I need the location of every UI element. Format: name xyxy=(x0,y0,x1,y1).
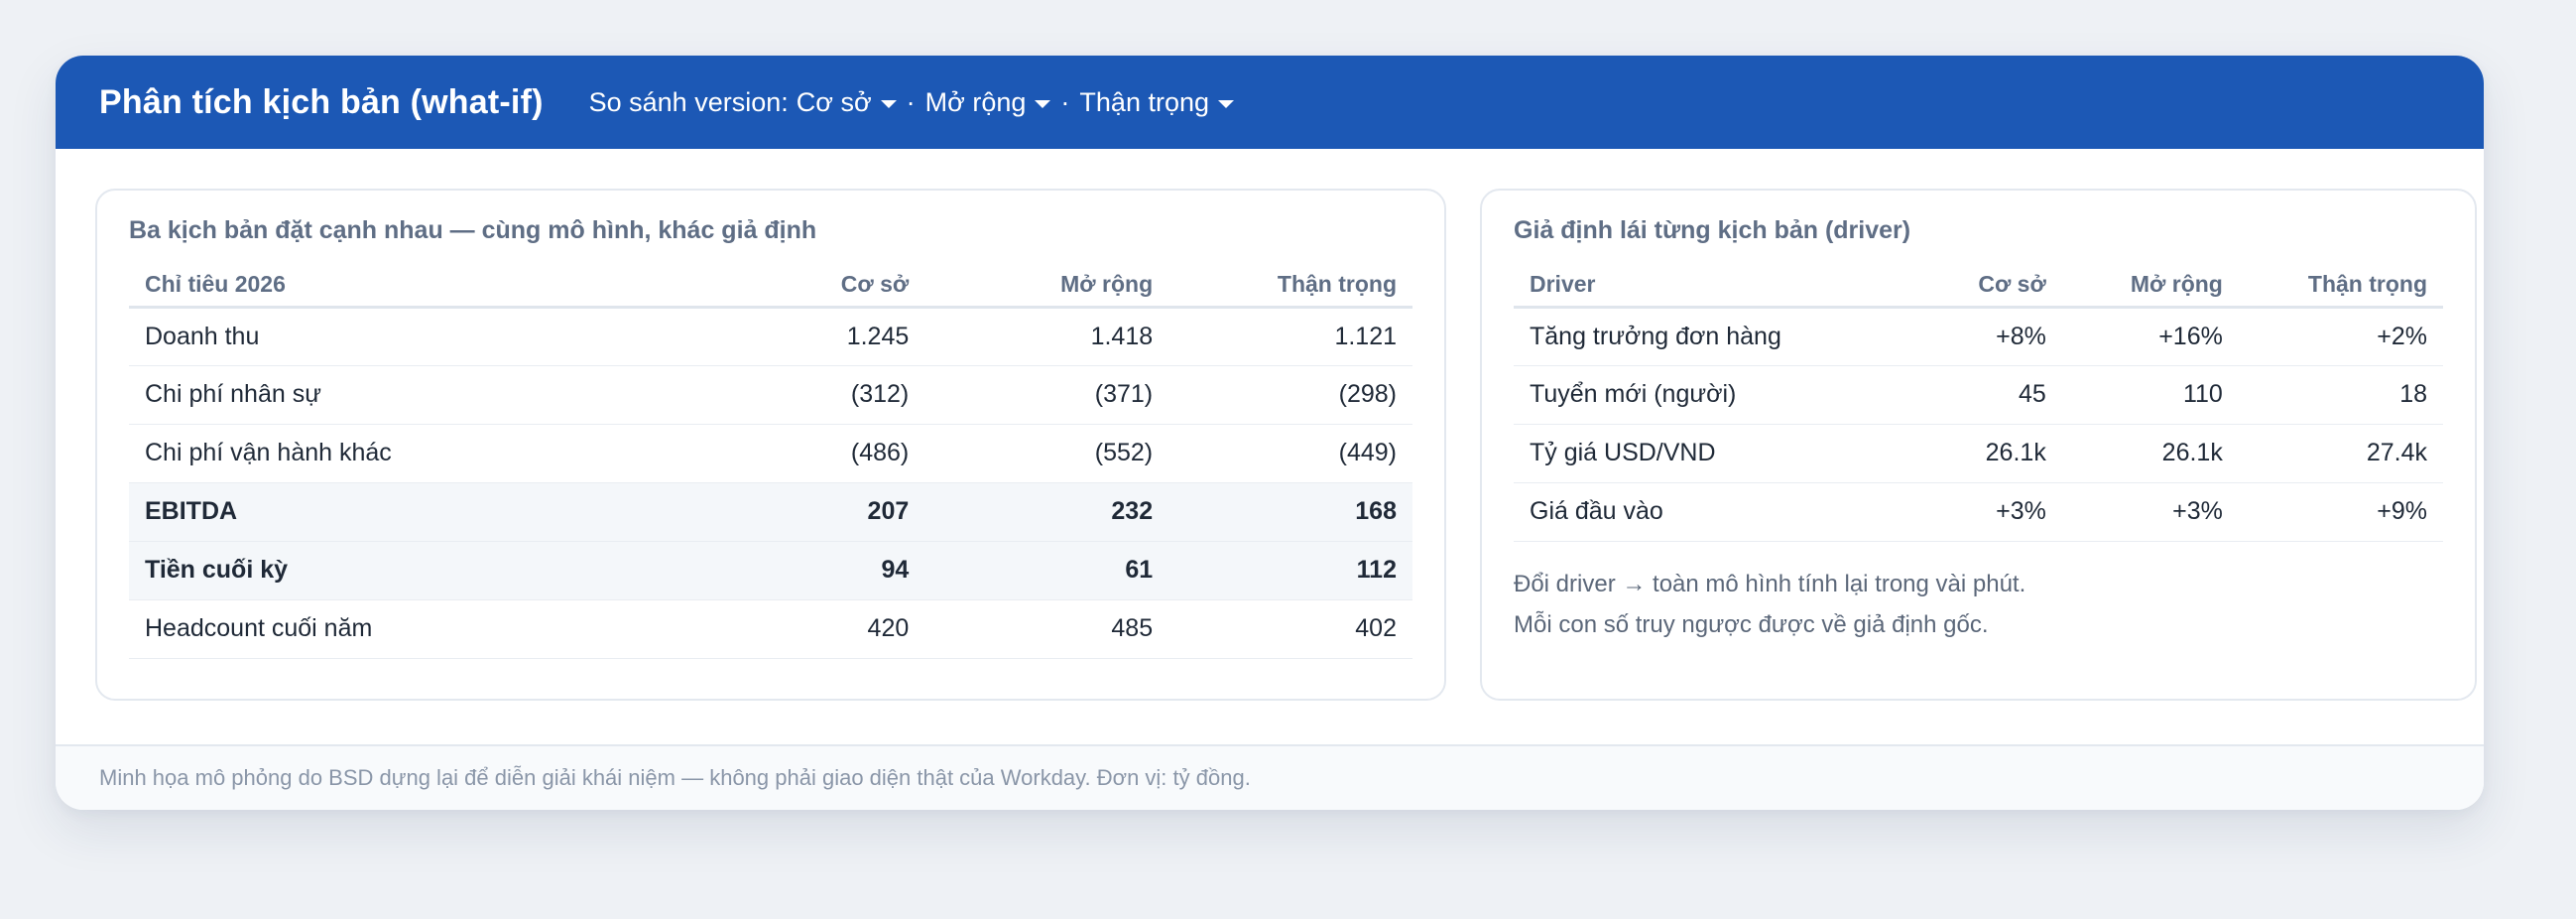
scenario-panel-title: Ba kịch bản đặt cạnh nhau — cùng mô hình… xyxy=(129,216,817,244)
cell-value: 1.245 xyxy=(693,307,925,366)
table-row: Headcount cuối năm 420 485 402 xyxy=(129,599,1412,659)
caret-down-icon xyxy=(880,100,897,108)
version-label: Thận trọng xyxy=(1079,86,1210,117)
cell-value: (486) xyxy=(693,424,925,483)
cell-value: +8% xyxy=(1895,307,2062,366)
cell-value: (312) xyxy=(693,365,925,425)
driver-notes: Đổi driver → toàn mô hình tính lại trong… xyxy=(1514,564,2443,645)
cell-value: 420 xyxy=(693,599,925,659)
cell-value: 402 xyxy=(1168,599,1412,659)
compare-label: So sánh version: xyxy=(588,86,789,117)
driver-panel: Giả định lái từng kịch bản (driver) Driv… xyxy=(1480,189,2477,701)
driver-panel-title: Giả định lái từng kịch bản (driver) xyxy=(1514,216,1911,244)
table-row: Tuyển mới (người) 45 110 18 xyxy=(1514,365,2443,425)
row-label: Chi phí vận hành khác xyxy=(129,424,694,483)
scenario-panel: Ba kịch bản đặt cạnh nhau — cùng mô hình… xyxy=(95,189,1446,701)
column-header: Thận trọng xyxy=(2238,263,2443,309)
caret-down-icon xyxy=(1218,100,1235,108)
cell-value: +3% xyxy=(1895,482,2062,542)
separator: · xyxy=(906,86,916,117)
cell-value: 112 xyxy=(1168,541,1412,600)
scenario-table: Chỉ tiêu 2026 Cơ sở Mở rộng Thận trọng D… xyxy=(129,263,1412,659)
version-dropdown-conservative[interactable]: Thận trọng xyxy=(1079,86,1235,118)
cell-value: 1.418 xyxy=(924,307,1169,366)
driver-table: Driver Cơ sở Mở rộng Thận trọng Tăng trư… xyxy=(1514,263,2443,542)
cell-value: 485 xyxy=(924,599,1169,659)
column-header: Mở rộng xyxy=(2061,263,2239,309)
cell-value: (449) xyxy=(1168,424,1412,483)
cell-value: 27.4k xyxy=(2238,424,2443,483)
note-line: Đổi driver → toàn mô hình tính lại trong… xyxy=(1514,570,2026,597)
row-label: Doanh thu xyxy=(129,307,694,366)
cell-value: 61 xyxy=(924,541,1169,600)
table-row: Giá đầu vào +3% +3% +9% xyxy=(1514,482,2443,542)
row-label: Tuyển mới (người) xyxy=(1514,365,1896,425)
footer-disclaimer: Minh họa mô phỏng do BSD dựng lại để diễ… xyxy=(56,744,2484,810)
version-dropdown-expansion[interactable]: Mở rộng xyxy=(925,87,1051,118)
cell-value: +16% xyxy=(2061,307,2239,366)
scenario-analysis-card: Phân tích kịch bản (what-if) So sánh ver… xyxy=(56,56,2484,810)
row-label: Giá đầu vào xyxy=(1514,482,1896,542)
table-row-highlight: EBITDA 207 232 168 xyxy=(129,482,1412,542)
table-row-highlight: Tiền cuối kỳ 94 61 112 xyxy=(129,541,1412,600)
table-row: Tỷ giá USD/VND 26.1k 26.1k 27.4k xyxy=(1514,424,2443,483)
row-label: Tăng trưởng đơn hàng xyxy=(1514,307,1896,366)
column-header: Driver xyxy=(1514,263,1896,309)
cell-value: 232 xyxy=(924,482,1169,542)
cell-value: 18 xyxy=(2238,365,2443,425)
column-header: Mở rộng xyxy=(924,263,1169,309)
version-label: Mở rộng xyxy=(924,86,1027,117)
cell-value: 45 xyxy=(1895,365,2062,425)
cell-value: 168 xyxy=(1168,482,1412,542)
version-dropdown-base[interactable]: Cơ sở xyxy=(797,87,897,118)
table-row: Chi phí vận hành khác (486) (552) (449) xyxy=(129,424,1412,483)
row-label: Headcount cuối năm xyxy=(129,599,694,659)
column-header: Thận trọng xyxy=(1168,263,1412,309)
cell-value: 110 xyxy=(2061,365,2239,425)
cell-value: 207 xyxy=(693,482,925,542)
row-label: EBITDA xyxy=(129,482,694,542)
page-title: Phân tích kịch bản (what-if) xyxy=(99,82,544,121)
table-row: Doanh thu 1.245 1.418 1.121 xyxy=(129,307,1412,366)
column-header: Cơ sở xyxy=(1895,263,2062,309)
column-header: Chỉ tiêu 2026 xyxy=(129,263,694,309)
caret-down-icon xyxy=(1035,100,1051,108)
cell-value: +2% xyxy=(2238,307,2443,366)
cell-value: (298) xyxy=(1168,365,1412,425)
row-label: Tiền cuối kỳ xyxy=(129,541,694,600)
version-compare: So sánh version: Cơ sở · Mở rộng · Thận … xyxy=(588,86,1235,118)
cell-value: (371) xyxy=(924,365,1169,425)
table-header-row: Driver Cơ sở Mở rộng Thận trọng xyxy=(1514,263,2443,309)
cell-value: +3% xyxy=(2061,482,2239,542)
table-row: Tăng trưởng đơn hàng +8% +16% +2% xyxy=(1514,307,2443,366)
note-line: Mỗi con số truy ngược được về giả định g… xyxy=(1514,610,1989,638)
row-label: Chi phí nhân sự xyxy=(129,365,694,425)
cell-value: 26.1k xyxy=(1895,424,2062,483)
table-header-row: Chỉ tiêu 2026 Cơ sở Mở rộng Thận trọng xyxy=(129,263,1412,309)
cell-value: 26.1k xyxy=(2061,424,2239,483)
version-label: Cơ sở xyxy=(796,86,872,117)
cell-value: (552) xyxy=(924,424,1169,483)
table-row: Chi phí nhân sự (312) (371) (298) xyxy=(129,365,1412,425)
header-bar: Phân tích kịch bản (what-if) So sánh ver… xyxy=(56,56,2484,149)
cell-value: 94 xyxy=(693,541,925,600)
column-header: Cơ sở xyxy=(693,263,925,309)
separator: · xyxy=(1060,86,1070,117)
cell-value: +9% xyxy=(2238,482,2443,542)
cell-value: 1.121 xyxy=(1168,307,1412,366)
content-area: Ba kịch bản đặt cạnh nhau — cùng mô hình… xyxy=(56,149,2484,744)
row-label: Tỷ giá USD/VND xyxy=(1514,424,1896,483)
